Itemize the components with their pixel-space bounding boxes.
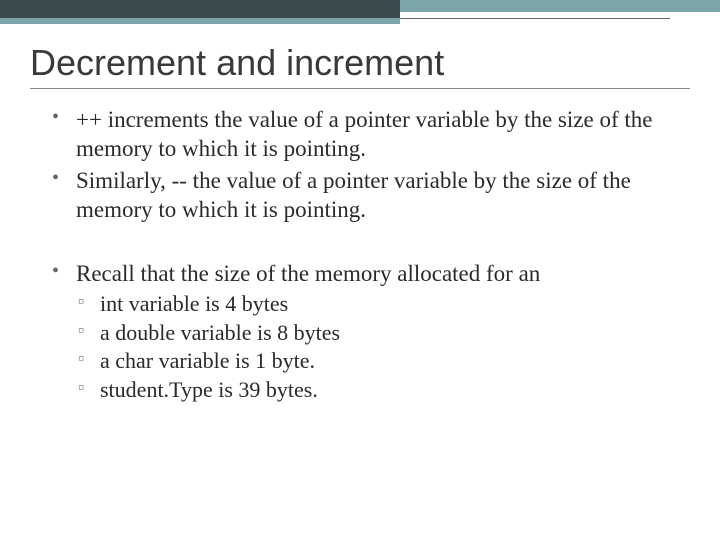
sub-bullet-item: a double variable is 8 bytes xyxy=(76,319,680,348)
sub-bullet-item: a char variable is 1 byte. xyxy=(76,347,680,376)
slide-top-decoration xyxy=(0,0,720,26)
sub-bullet-item: int variable is 4 bytes xyxy=(76,290,680,319)
bullet-item: Similarly, -- the value of a pointer var… xyxy=(52,166,680,225)
sub-bullet-item: student.Type is 39 bytes. xyxy=(76,376,680,405)
top-bar-dark-segment xyxy=(0,0,400,18)
bullet-item: ++ increments the value of a pointer var… xyxy=(52,105,680,164)
spacer xyxy=(52,227,680,259)
top-bar-teal-under xyxy=(0,18,400,24)
bullet-item: Recall that the size of the memory alloc… xyxy=(52,259,680,288)
slide-content: Decrement and increment ++ increments th… xyxy=(0,26,720,405)
top-bar-thin-line xyxy=(400,18,670,19)
slide-title: Decrement and increment xyxy=(30,42,690,89)
top-bar-teal-right xyxy=(400,0,720,12)
bullet-list: ++ increments the value of a pointer var… xyxy=(30,105,690,405)
